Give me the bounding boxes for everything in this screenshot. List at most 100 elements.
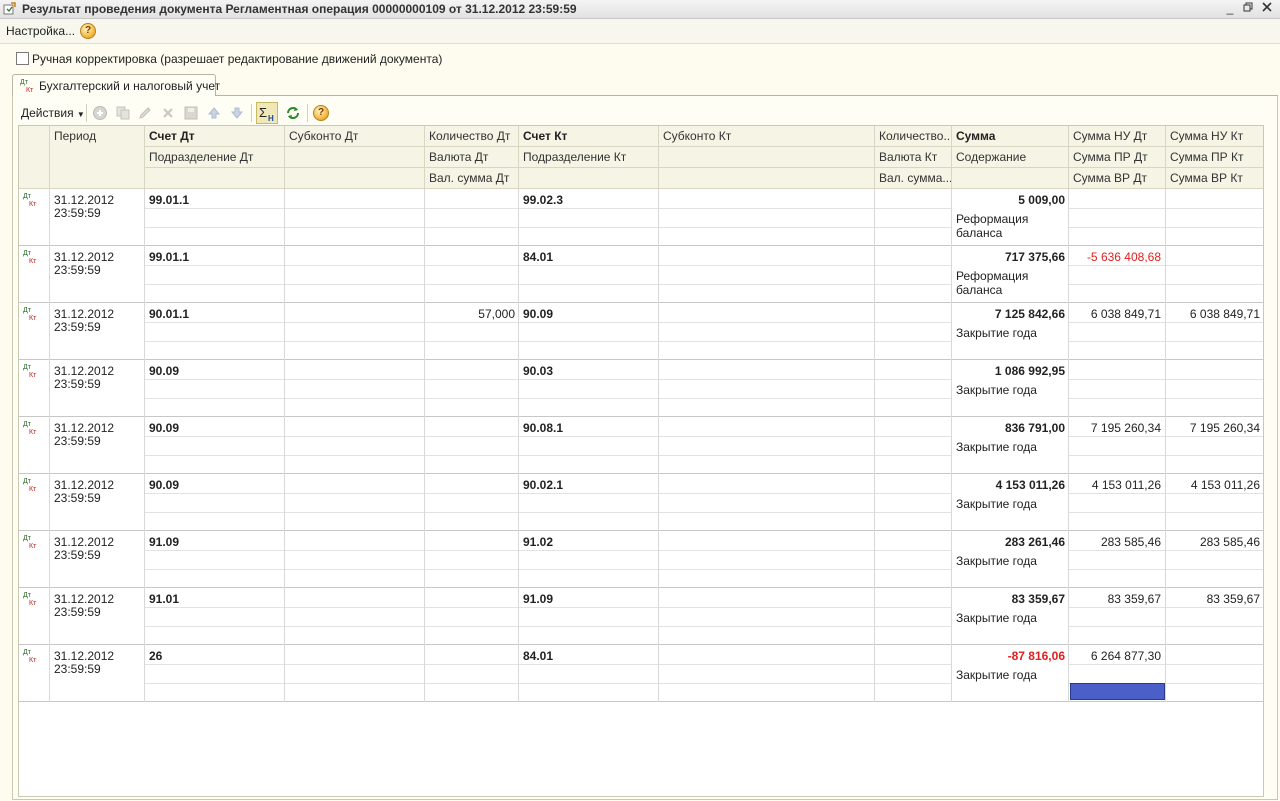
header-sum-vr-kt[interactable]: Сумма ВР Кт: [1166, 168, 1263, 189]
save-icon[interactable]: [183, 105, 199, 121]
svg-text:Кт: Кт: [29, 372, 37, 378]
move-down-icon[interactable]: [229, 105, 245, 121]
row-sum[interactable]: -87 816,06: [952, 649, 1065, 663]
header-empty: [145, 168, 285, 189]
title-bar: Результат проведения документа Регламент…: [0, 0, 1280, 19]
row-account-kt[interactable]: 90.08.1: [523, 421, 563, 435]
help-icon[interactable]: ?: [80, 23, 96, 39]
selected-cell[interactable]: [1070, 683, 1165, 700]
row-sum-nu-dt[interactable]: 83 359,67: [1069, 592, 1161, 606]
row-account-dt[interactable]: 90.09: [149, 364, 179, 378]
row-content[interactable]: Закрытие года: [956, 554, 1066, 568]
header-currency-dt[interactable]: Валюта Дт: [425, 147, 519, 168]
header-empty: [285, 168, 425, 189]
delete-icon[interactable]: [160, 105, 176, 121]
copy-icon[interactable]: [115, 105, 131, 121]
sum-icon[interactable]: ΣH: [256, 102, 278, 124]
minimize-button[interactable]: _: [1222, 1, 1238, 16]
row-separator: [19, 530, 1263, 531]
header-content[interactable]: Содержание: [952, 147, 1069, 168]
header-period[interactable]: Период: [50, 126, 145, 189]
row-account-dt[interactable]: 26: [149, 649, 162, 663]
row-account-kt[interactable]: 99.02.3: [523, 193, 563, 207]
row-sum-nu-kt[interactable]: 283 585,46: [1166, 535, 1260, 549]
header-quantity-kt[interactable]: Количество...: [875, 126, 952, 147]
row-sum-nu-kt[interactable]: 83 359,67: [1166, 592, 1260, 606]
row-content[interactable]: Закрытие года: [956, 383, 1066, 397]
column-line: [284, 189, 285, 702]
restore-button[interactable]: [1240, 1, 1256, 16]
row-sum[interactable]: 7 125 842,66: [952, 307, 1065, 321]
row-sum-nu-kt[interactable]: 4 153 011,26: [1166, 478, 1260, 492]
header-subconto-dt[interactable]: Субконто Дт: [285, 126, 425, 147]
actions-menu[interactable]: Действия ▼: [21, 106, 85, 120]
row-sum[interactable]: 4 153 011,26: [952, 478, 1065, 492]
row-account-kt[interactable]: 84.01: [523, 250, 553, 264]
header-sum-nu-kt[interactable]: Сумма НУ Кт: [1166, 126, 1263, 147]
header-currency-sum-dt[interactable]: Вал. сумма Дт: [425, 168, 519, 189]
row-content[interactable]: Закрытие года: [956, 497, 1066, 511]
row-sum[interactable]: 717 375,66: [952, 250, 1065, 264]
header-account-kt[interactable]: Счет Кт: [519, 126, 659, 147]
refresh-icon[interactable]: [285, 105, 301, 121]
row-account-dt[interactable]: 90.01.1: [149, 307, 189, 321]
row-content[interactable]: Закрытие года: [956, 440, 1066, 454]
row-sum[interactable]: 283 261,46: [952, 535, 1065, 549]
row-content[interactable]: Реформация баланса: [956, 269, 1066, 297]
row-account-kt[interactable]: 91.02: [523, 535, 553, 549]
header-currency-sum-kt[interactable]: Вал. сумма...: [875, 168, 952, 189]
tab-accounting[interactable]: Дт Кт Бухгалтерский и налоговый учет: [12, 74, 220, 96]
move-up-icon[interactable]: [206, 105, 222, 121]
row-account-dt[interactable]: 90.09: [149, 421, 179, 435]
row-content[interactable]: Закрытие года: [956, 611, 1066, 625]
row-quantity-dt[interactable]: 57,000: [425, 307, 515, 321]
settings-menu[interactable]: Настройка...: [6, 24, 75, 38]
row-account-kt[interactable]: 90.02.1: [523, 478, 563, 492]
row-account-dt[interactable]: 91.01: [149, 592, 179, 606]
row-account-kt[interactable]: 84.01: [523, 649, 553, 663]
close-button[interactable]: [1259, 1, 1275, 16]
row-sum[interactable]: 1 086 992,95: [952, 364, 1065, 378]
row-sum[interactable]: 83 359,67: [952, 592, 1065, 606]
manual-correction-checkbox[interactable]: [16, 52, 29, 65]
row-sum-nu-dt[interactable]: 6 038 849,71: [1069, 307, 1161, 321]
row-sum-nu-dt[interactable]: 4 153 011,26: [1069, 478, 1161, 492]
row-sum-nu-dt[interactable]: 7 195 260,34: [1069, 421, 1161, 435]
header-division-kt[interactable]: Подразделение Кт: [519, 147, 659, 168]
row-content[interactable]: Реформация баланса: [956, 212, 1066, 240]
row-account-dt[interactable]: 90.09: [149, 478, 179, 492]
add-icon[interactable]: [92, 105, 108, 121]
row-sum-nu-kt[interactable]: 6 038 849,71: [1166, 307, 1260, 321]
header-sum-nu-dt[interactable]: Сумма НУ Дт: [1069, 126, 1166, 147]
svg-text:Дт: Дт: [23, 421, 32, 428]
header-subconto-kt[interactable]: Субконто Кт: [659, 126, 875, 147]
row-time: 23:59:59: [54, 491, 101, 505]
help-icon[interactable]: ?: [313, 105, 329, 121]
header-quantity-dt[interactable]: Количество Дт: [425, 126, 519, 147]
row-account-dt[interactable]: 99.01.1: [149, 250, 189, 264]
row-content[interactable]: Закрытие года: [956, 668, 1066, 682]
header-sum-vr-dt[interactable]: Сумма ВР Дт: [1069, 168, 1166, 189]
toolbar-separator: [307, 104, 308, 122]
header-sum[interactable]: Сумма: [952, 126, 1069, 147]
header-sum-pr-dt[interactable]: Сумма ПР Дт: [1069, 147, 1166, 168]
row-sum-nu-dt[interactable]: 283 585,46: [1069, 535, 1161, 549]
header-currency-kt[interactable]: Валюта Кт: [875, 147, 952, 168]
row-account-kt[interactable]: 90.03: [523, 364, 553, 378]
edit-icon[interactable]: [137, 105, 153, 121]
movements-table[interactable]: Период Счет Дт Подразделение Дт Субконто…: [18, 125, 1264, 797]
manual-correction-option[interactable]: Ручная корректировка (разрешает редактир…: [16, 52, 442, 66]
row-sum-nu-kt[interactable]: 7 195 260,34: [1166, 421, 1260, 435]
row-account-kt[interactable]: 91.09: [523, 592, 553, 606]
header-division-dt[interactable]: Подразделение Дт: [145, 147, 285, 168]
row-sum-nu-dt[interactable]: -5 636 408,68: [1069, 250, 1161, 264]
header-sum-pr-kt[interactable]: Сумма ПР Кт: [1166, 147, 1263, 168]
row-sum[interactable]: 836 791,00: [952, 421, 1065, 435]
row-account-kt[interactable]: 90.09: [523, 307, 553, 321]
header-account-dt[interactable]: Счет Дт: [145, 126, 285, 147]
row-account-dt[interactable]: 99.01.1: [149, 193, 189, 207]
row-account-dt[interactable]: 91.09: [149, 535, 179, 549]
row-content[interactable]: Закрытие года: [956, 326, 1066, 340]
row-sum[interactable]: 5 009,00: [952, 193, 1065, 207]
row-sum-nu-dt[interactable]: 6 264 877,30: [1069, 649, 1161, 663]
